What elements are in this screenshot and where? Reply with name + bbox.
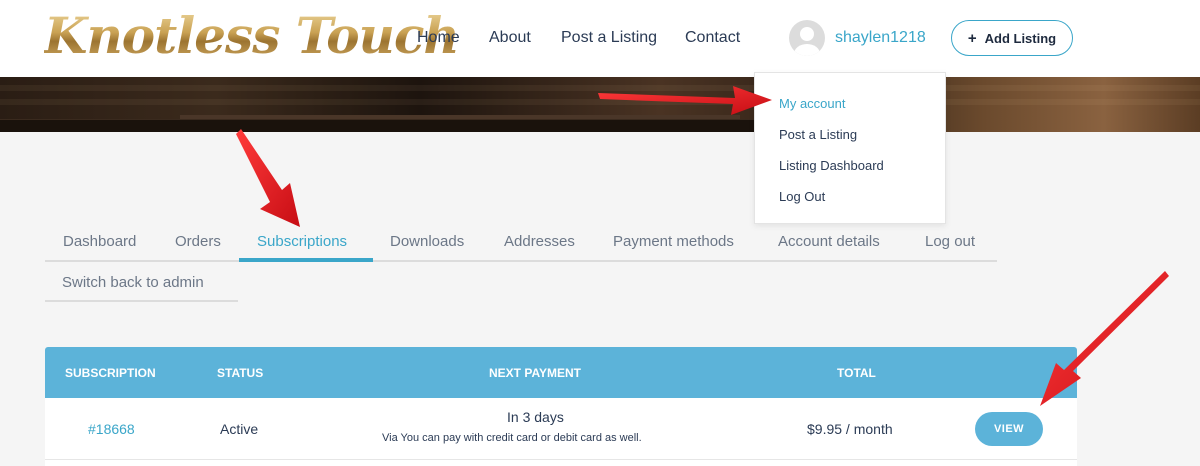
account-tabs-row-2: Switch back to admin — [45, 262, 238, 302]
tab-log-out[interactable]: Log out — [925, 233, 975, 250]
column-header-next-payment: NEXT PAYMENT — [489, 366, 582, 380]
account-dropdown: My account Post a Listing Listing Dashbo… — [754, 72, 946, 224]
tab-subscriptions[interactable]: Subscriptions — [257, 233, 347, 250]
dropdown-item-listing-dashboard[interactable]: Listing Dashboard — [779, 158, 884, 173]
subscription-total: $9.95 / month — [807, 421, 893, 437]
next-payment-date: In 3 days — [507, 409, 564, 425]
hero-image — [0, 77, 1200, 132]
nav-about[interactable]: About — [489, 29, 531, 47]
table-header: SUBSCRIPTION STATUS NEXT PAYMENT TOTAL — [45, 347, 1077, 398]
column-header-status: STATUS — [217, 366, 264, 380]
annotation-arrow-icon — [236, 129, 300, 227]
site-header: Knotless Touch Home About Post a Listing… — [0, 0, 1200, 77]
username[interactable]: shaylen1218 — [835, 29, 926, 47]
subscription-status: Active — [220, 421, 259, 437]
table-row: #18668 Active In 3 days Via You can pay … — [45, 398, 1077, 460]
avatar-head — [800, 27, 814, 41]
hero-texture — [0, 119, 760, 132]
logo-text: Knotless Touch — [44, 6, 460, 65]
nav-contact[interactable]: Contact — [685, 29, 740, 47]
tab-addresses[interactable]: Addresses — [504, 233, 575, 250]
avatar-body — [794, 44, 820, 56]
nav-home[interactable]: Home — [417, 29, 460, 47]
hero-texture — [0, 85, 1200, 91]
hero-texture — [0, 99, 1200, 105]
subscription-id-link[interactable]: #18668 — [88, 421, 135, 437]
column-header-total: TOTAL — [837, 366, 876, 380]
site-logo[interactable]: Knotless Touch — [44, 2, 460, 74]
active-tab-indicator — [239, 258, 373, 262]
table-row-partial — [45, 460, 1077, 466]
payment-method-note: Via You can pay with credit card or debi… — [382, 432, 642, 444]
nav-post-listing[interactable]: Post a Listing — [561, 29, 657, 47]
tab-payment-methods[interactable]: Payment methods — [613, 233, 734, 250]
column-header-subscription: SUBSCRIPTION — [65, 366, 156, 380]
plus-icon: + — [967, 29, 977, 47]
tab-dashboard[interactable]: Dashboard — [63, 233, 136, 250]
add-listing-label: Add Listing — [984, 30, 1057, 46]
tab-switch-back-to-admin[interactable]: Switch back to admin — [62, 274, 204, 291]
dropdown-item-my-account[interactable]: My account — [779, 96, 845, 111]
view-subscription-button[interactable]: VIEW — [975, 412, 1043, 446]
add-listing-button[interactable]: + Add Listing — [951, 20, 1073, 56]
account-tabs: Dashboard Orders Subscriptions Downloads… — [45, 220, 997, 262]
avatar[interactable] — [789, 20, 825, 56]
tab-downloads[interactable]: Downloads — [390, 233, 464, 250]
dropdown-item-post-listing[interactable]: Post a Listing — [779, 127, 857, 142]
tab-account-details[interactable]: Account details — [778, 233, 880, 250]
tab-orders[interactable]: Orders — [175, 233, 221, 250]
subscriptions-table: SUBSCRIPTION STATUS NEXT PAYMENT TOTAL #… — [45, 347, 1077, 466]
dropdown-item-log-out[interactable]: Log Out — [779, 189, 825, 204]
